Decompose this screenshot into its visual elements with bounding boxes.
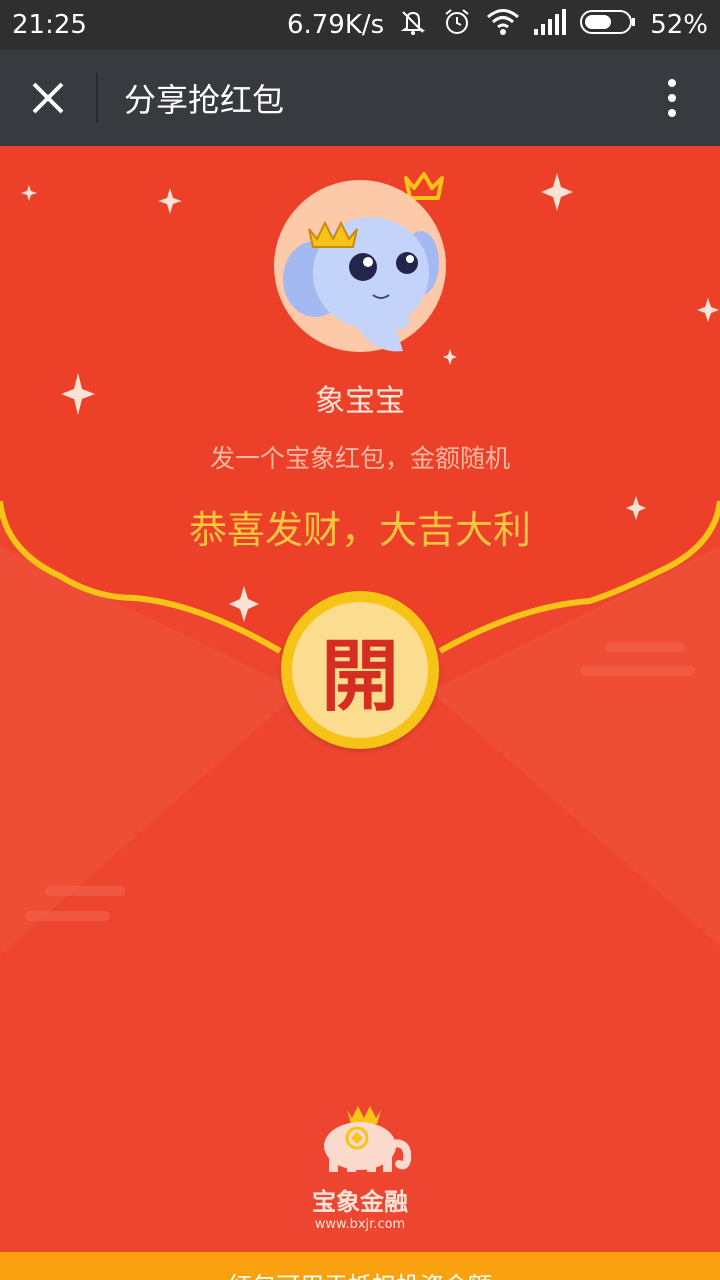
elephant-mascot-icon <box>274 180 446 352</box>
greeting-text: 恭喜发财，大吉大利 <box>188 508 531 552</box>
close-button[interactable] <box>0 50 96 146</box>
footer-bar: 红包可用于抵扣投资金额 <box>0 1252 720 1280</box>
status-time: 21:25 <box>12 10 87 40</box>
avatar <box>273 179 447 353</box>
brand-logo: 宝象金融 www.bxjr.com <box>300 1096 420 1232</box>
footer-text: 红包可用于抵扣投资金额 <box>0 1266 720 1280</box>
sender-name: 象宝宝 <box>315 384 405 419</box>
mute-icon <box>398 7 428 44</box>
close-icon <box>32 82 64 114</box>
title-bar: 分享抢红包 <box>0 50 720 146</box>
status-bar: 21:25 6.79K/s 52% <box>0 0 720 50</box>
red-envelope: 象宝宝 发一个宝象红包，金额随机 恭喜发财，大吉大利 開 宝象金融 www.bx… <box>0 146 720 1252</box>
brand-url: www.bxjr.com <box>314 1217 406 1232</box>
battery-icon <box>580 9 636 41</box>
open-envelope-button[interactable]: 開 <box>281 591 439 749</box>
elephant-logo-icon <box>324 1106 412 1172</box>
battery-percent: 52% <box>650 10 708 40</box>
more-vertical-icon <box>668 79 676 117</box>
brand-name: 宝象金融 <box>312 1188 408 1216</box>
alarm-icon <box>442 7 472 44</box>
signal-icon <box>534 8 567 42</box>
envelope-subtitle: 发一个宝象红包，金额随机 <box>209 444 510 473</box>
wifi-icon <box>486 8 520 43</box>
more-button[interactable] <box>624 50 720 146</box>
page-title: 分享抢红包 <box>124 81 285 119</box>
network-speed: 6.79K/s <box>286 10 385 40</box>
open-label: 開 <box>292 602 428 738</box>
